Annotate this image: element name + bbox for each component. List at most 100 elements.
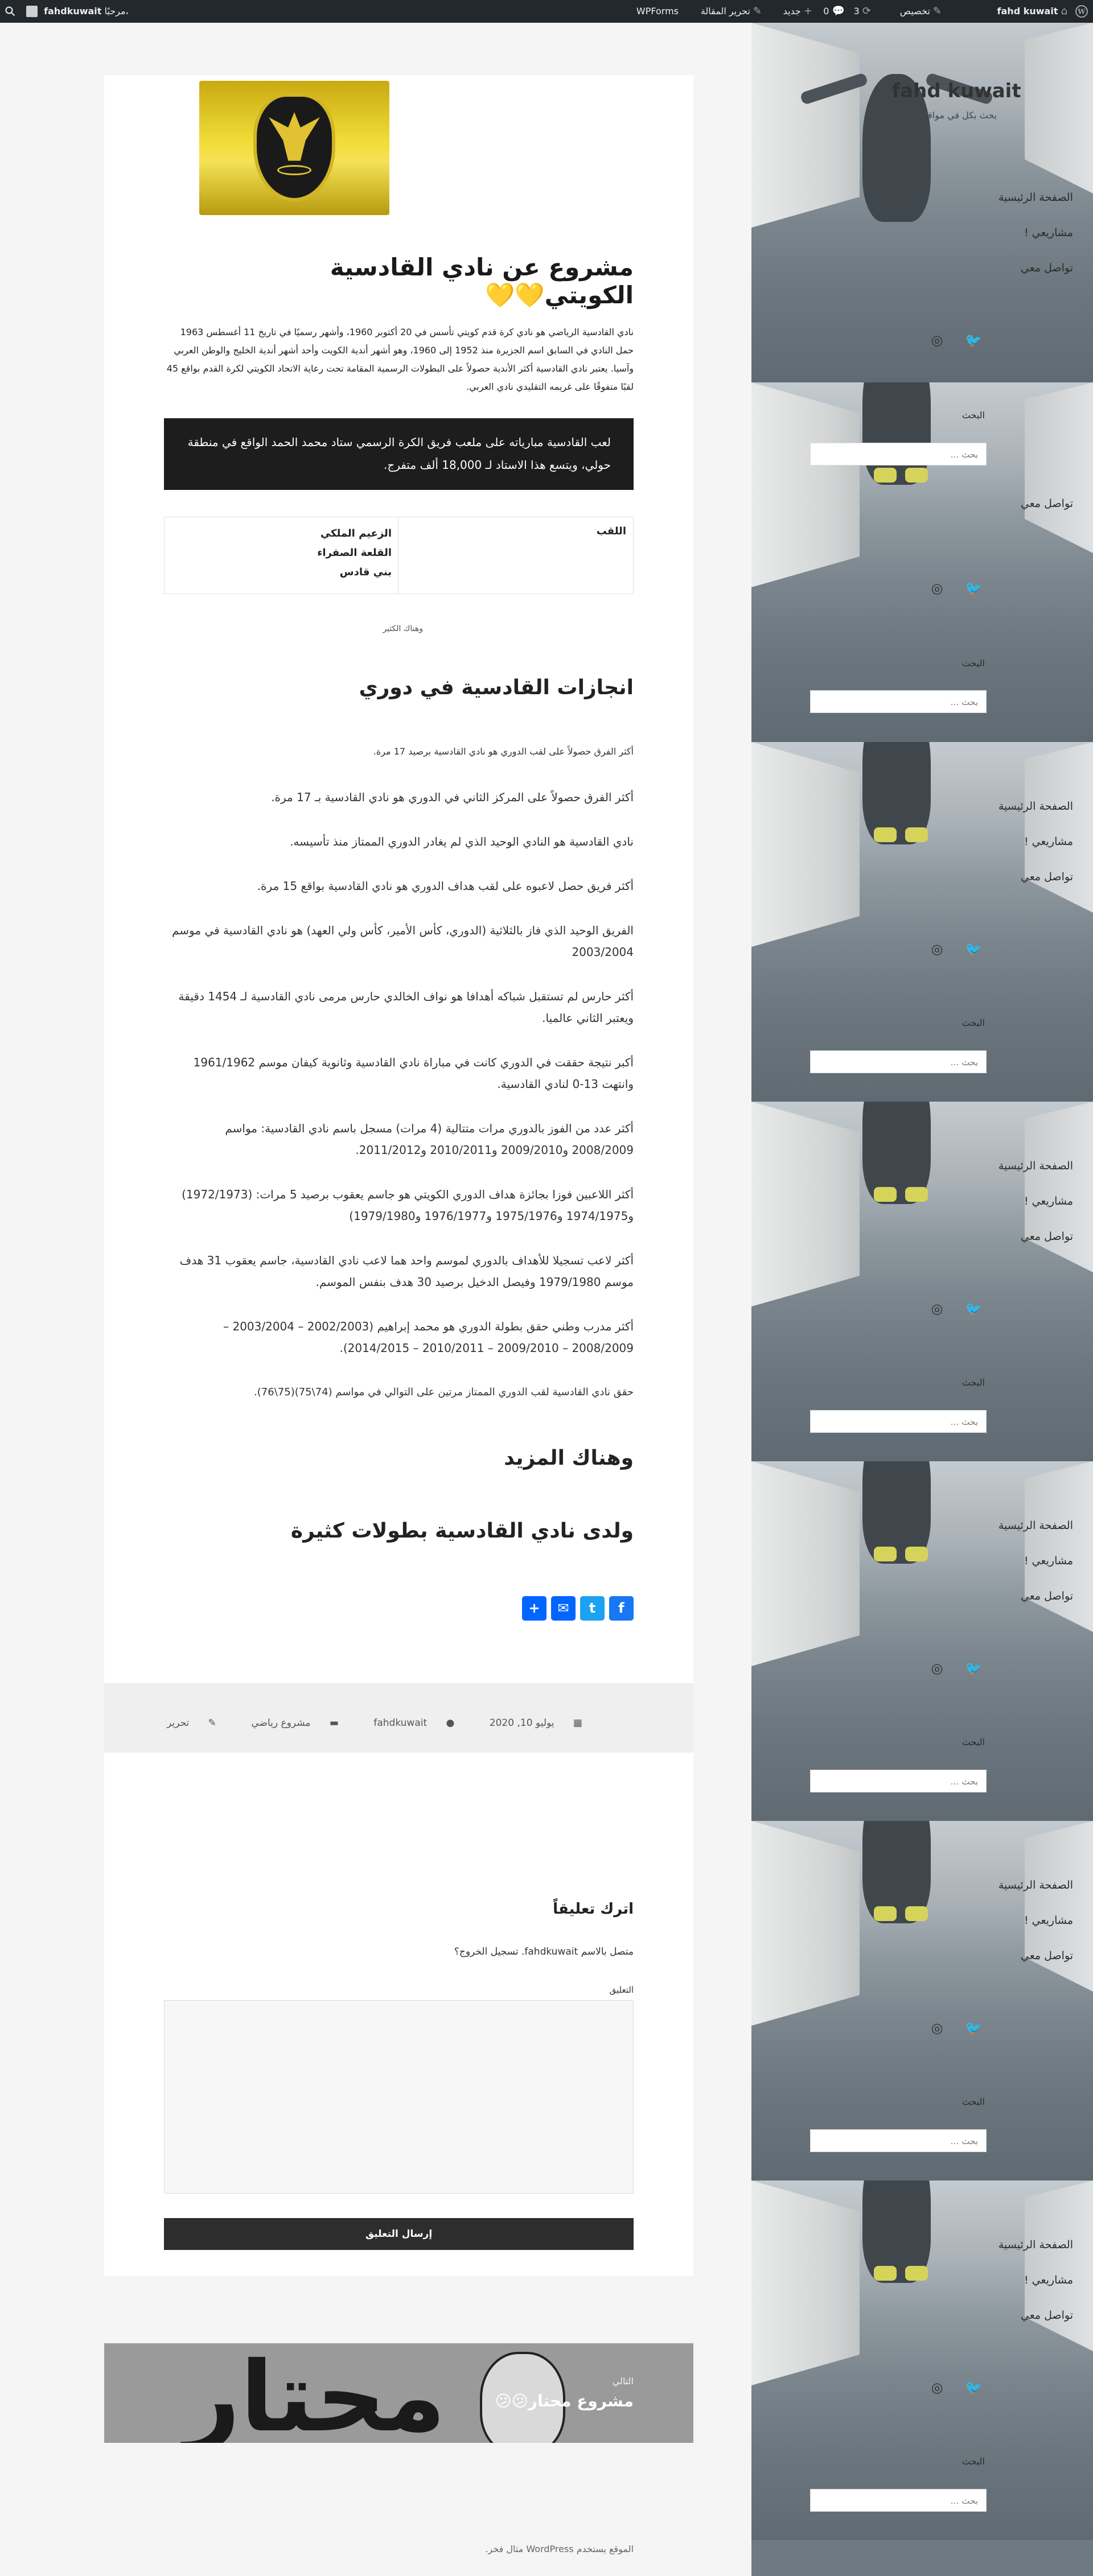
entry-meta: ▦ يوليو 10, 2020 ● fahdkuwait ▬ مشروع ري… <box>104 1683 693 1762</box>
achievement-item: أكثر فريق حصل لاعبوه على لقب هداف الدوري… <box>257 879 634 893</box>
admin-new-label: جديد <box>783 6 801 17</box>
nickname-table: اللقب الزعيم الملكي القلعة الصفراء بني ق… <box>164 517 634 594</box>
achievement-item: أكثر اللاعبين فوزا بجائزة هداف الدوري ال… <box>182 1188 634 1223</box>
achievement-item: أكثر مدرب وطني حقق بطولة الدوري هو محمد … <box>223 1320 634 1355</box>
nav-item-contact[interactable]: تواصل معي <box>959 259 1073 295</box>
search-input[interactable]: بحث … <box>810 443 987 465</box>
instagram-icon[interactable]: ◎ <box>926 2017 948 2039</box>
table-value: بني قادس <box>339 566 392 578</box>
admin-wpforms-link[interactable]: WPForms <box>631 0 679 23</box>
sidebar-background-tile <box>751 742 1093 1102</box>
instagram-icon[interactable]: ◎ <box>926 938 948 961</box>
wordpress-logo-icon[interactable]: W <box>1070 0 1093 23</box>
twitter-icon[interactable]: 🐦 <box>962 577 985 600</box>
achievements-heading: انجازات القادسية في دوري <box>359 676 634 699</box>
instagram-icon[interactable]: ◎ <box>926 1657 948 1680</box>
achievement-item: أكثر عدد من الفوز بالدوري مرات متتالية (… <box>225 1122 634 1157</box>
nav-item-projects[interactable]: مشاريعي ! <box>959 2272 1073 2307</box>
sidebar-background-tile <box>751 1461 1093 1821</box>
site-footer[interactable]: الموقع يستخدم WordPress مثال فخر. <box>104 2544 634 2554</box>
nav-item-contact[interactable]: تواصل معي <box>959 495 1073 530</box>
next-post-link[interactable]: محتار التالي مشروع محتار😕😕 <box>104 2343 693 2443</box>
site-title[interactable]: fahd kuwait <box>837 80 1076 102</box>
twitter-icon[interactable]: 🐦 <box>962 1657 985 1680</box>
admin-edit-link[interactable]: ✎ تحرير المقالة <box>682 0 762 23</box>
nav-item-contact[interactable]: تواصل معي <box>959 868 1073 904</box>
twitter-icon[interactable]: 🐦 <box>962 2376 985 2399</box>
entry-date: يوليو 10, 2020 <box>489 1717 554 1729</box>
instagram-icon[interactable]: ◎ <box>926 329 948 352</box>
admin-site-link[interactable]: ⌂ fahd kuwait <box>945 0 1067 23</box>
instagram-icon[interactable]: ◎ <box>926 577 948 600</box>
achievement-item: أكثر لاعب تسجيلا للأهداف بالدوري لموسم و… <box>179 1254 634 1289</box>
search-input[interactable]: بحث … <box>810 2489 987 2512</box>
nav-item-home[interactable]: الصفحة الرئيسية <box>959 189 1073 224</box>
achievement-item: أكبر نتيجة حققت في الدوري كانت في مباراة… <box>193 1056 634 1091</box>
pencil-icon: ✎ <box>205 1717 216 1729</box>
nav-item-home[interactable]: الصفحة الرئيسية <box>959 2236 1073 2272</box>
search-widget-title: البحث <box>961 2096 985 2107</box>
entry-edit-link[interactable]: ✎ تحرير <box>151 1717 216 1729</box>
entry-category-link[interactable]: ▬ مشروع رياضي <box>235 1717 339 1729</box>
admin-customize-link[interactable]: ✎ تخصيص <box>874 0 942 23</box>
next-post-label: التالي <box>612 2376 634 2387</box>
next-post-image-text: محتار <box>184 2343 446 2443</box>
nav-item-projects[interactable]: مشاريعي ! <box>959 833 1073 868</box>
search-input[interactable]: بحث … <box>810 690 987 713</box>
search-input[interactable]: بحث … <box>810 1050 987 1073</box>
admin-search-icon[interactable] <box>0 0 20 23</box>
nav-item-projects[interactable]: مشاريعي ! <box>959 1912 1073 1947</box>
admin-comments-link[interactable]: 💬 0 <box>815 0 845 23</box>
search-widget-title: البحث <box>961 1377 985 1388</box>
logged-in-as[interactable]: متصل بالاسم fahdkuwait. تسجيل الخروج؟ <box>164 1946 634 1957</box>
nav-item-contact[interactable]: تواصل معي <box>959 1228 1073 1263</box>
nav-item-home[interactable]: الصفحة الرئيسية <box>959 1517 1073 1552</box>
admin-updates-link[interactable]: ⟳ 3 <box>847 0 871 23</box>
twitter-icon[interactable]: 🐦 <box>962 938 985 961</box>
main-content: مشروع عن نادي القادسية الكويتي💛💛 نادي ال… <box>0 23 751 2576</box>
nav-item-home[interactable]: الصفحة الرئيسية <box>959 1877 1073 1912</box>
sidebar-nav: الصفحة الرئيسية مشاريعي ! تواصل معي <box>959 1157 1073 1263</box>
sidebar-nav: الصفحة الرئيسية مشاريعي ! تواصل معي <box>959 1517 1073 1623</box>
championships-heading: ولدى نادي القادسية بطولات كثيرة <box>290 1519 634 1543</box>
search-input[interactable]: بحث … <box>810 1770 987 1792</box>
admin-new-link[interactable]: + جديد <box>766 0 812 23</box>
brush-icon: ✎ <box>932 5 942 17</box>
nav-item-home[interactable]: الصفحة الرئيسية <box>959 798 1073 833</box>
sidebar-nav: الصفحة الرئيسية مشاريعي ! تواصل معي <box>959 2236 1073 2342</box>
folder-icon: ▬ <box>326 1717 339 1729</box>
achievement-item: حقق نادي القادسية لقب الدوري الممتاز مرت… <box>254 1386 634 1398</box>
comment-textarea[interactable] <box>164 2000 634 2194</box>
instagram-icon[interactable]: ◎ <box>926 1297 948 1320</box>
twitter-share-button[interactable]: t <box>580 1596 605 1621</box>
nav-item-contact[interactable]: تواصل معي <box>959 2307 1073 2342</box>
entry-date-link[interactable]: ▦ يوليو 10, 2020 <box>474 1717 582 1729</box>
nav-item-projects[interactable]: مشاريعي ! <box>959 224 1073 259</box>
achievement-item: نادي القادسية هو النادي الوحيد الذي لم ي… <box>290 835 634 848</box>
entry-author-link[interactable]: ● fahdkuwait <box>358 1717 454 1729</box>
instagram-icon[interactable]: ◎ <box>926 2376 948 2399</box>
twitter-icon[interactable]: 🐦 <box>962 1297 985 1320</box>
svg-text:W: W <box>1077 8 1086 16</box>
nav-item-contact[interactable]: تواصل معي <box>959 1947 1073 1983</box>
calendar-icon: ▦ <box>570 1717 582 1729</box>
search-input[interactable]: بحث … <box>810 2129 987 2152</box>
facebook-share-button[interactable]: f <box>609 1596 634 1621</box>
more-heading: وهناك المزيد <box>504 1446 634 1470</box>
nav-item-home[interactable]: الصفحة الرئيسية <box>959 1157 1073 1193</box>
email-share-button[interactable]: ✉ <box>551 1596 576 1621</box>
submit-comment-button[interactable]: إرسال التعليق <box>164 2218 634 2250</box>
search-input[interactable]: بحث … <box>810 1410 987 1433</box>
admin-account-menu[interactable]: fahdkuwait مرحبًا، <box>23 0 137 23</box>
article-title: مشروع عن نادي القادسية الكويتي💛💛 <box>330 253 634 309</box>
more-share-button[interactable]: + <box>522 1596 546 1621</box>
nav-item-contact[interactable]: تواصل معي <box>959 1588 1073 1623</box>
share-buttons: f t ✉ + <box>521 1596 634 1621</box>
nav-item-projects[interactable]: مشاريعي ! <box>959 1193 1073 1228</box>
sidebar-background-tile <box>751 2181 1093 2540</box>
twitter-icon[interactable]: 🐦 <box>962 329 985 352</box>
nav-item-projects[interactable]: مشاريعي ! <box>959 1552 1073 1588</box>
updates-icon: ⟳ <box>862 5 871 17</box>
twitter-icon[interactable]: 🐦 <box>962 2017 985 2039</box>
table-key-cell: اللقب <box>398 517 633 593</box>
